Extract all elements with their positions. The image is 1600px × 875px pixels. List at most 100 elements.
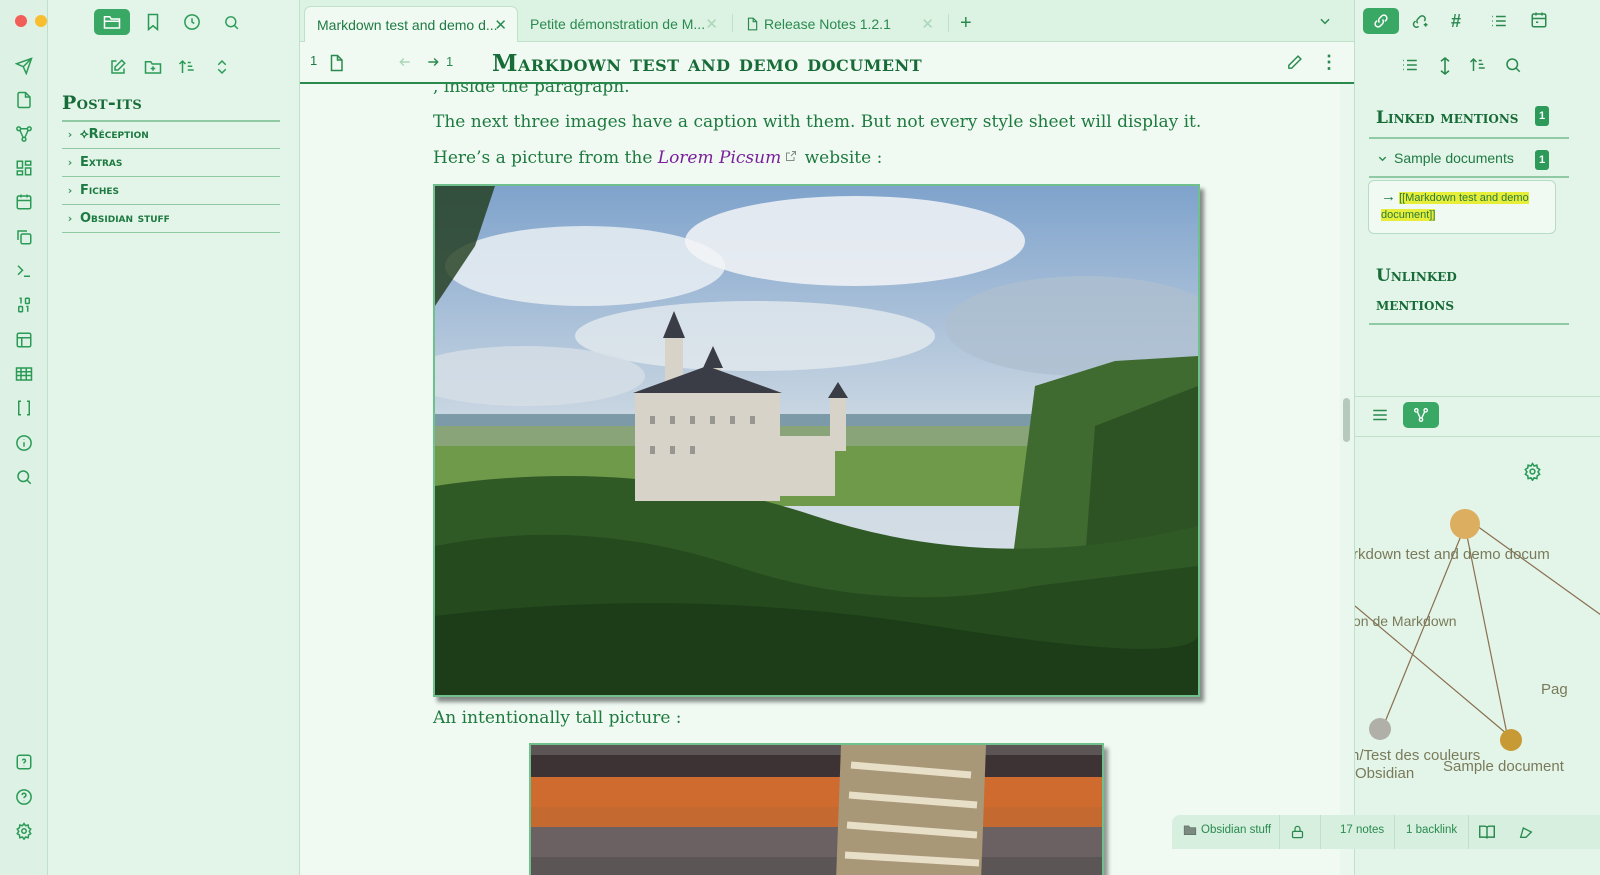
graph-label: Pag — [1541, 681, 1568, 698]
collapse-results-icon[interactable] — [1401, 56, 1419, 74]
search-icon[interactable] — [13, 466, 35, 488]
send-icon[interactable] — [13, 55, 35, 77]
close-tab-icon[interactable]: ✕ — [921, 15, 934, 33]
files-tab-button[interactable] — [94, 9, 130, 35]
outline-icon[interactable] — [1490, 12, 1508, 30]
show-more-context-icon[interactable] — [1437, 56, 1453, 76]
binary-icon[interactable] — [13, 294, 35, 316]
reading-view-icon[interactable] — [1478, 824, 1496, 840]
tags-icon[interactable]: # — [1451, 11, 1461, 32]
editor-scrollbar[interactable] — [1343, 398, 1350, 442]
external-link-icon — [785, 150, 797, 162]
terminal-icon[interactable] — [13, 260, 35, 282]
folder-item-fiches[interactable]: › Fiches — [62, 177, 280, 205]
lock-icon[interactable] — [1290, 824, 1305, 840]
vault-help-icon[interactable] — [13, 751, 35, 773]
expand-collapse-icon[interactable] — [211, 56, 233, 78]
close-tab-icon[interactable]: ✕ — [494, 16, 507, 34]
editor[interactable]: , inside the paragraph. The next three i… — [300, 84, 1340, 875]
folder-label: ⟡Réception — [80, 127, 149, 142]
group-label: Sample documents — [1394, 150, 1514, 166]
brackets-icon[interactable] — [13, 397, 35, 419]
calendar-icon[interactable] — [13, 191, 35, 213]
file-explorer-tab-icon[interactable] — [1371, 406, 1389, 424]
mention-card[interactable]: → [[Markdown test and demo document]] — [1368, 180, 1556, 234]
new-note-icon[interactable] — [107, 56, 129, 78]
tab-markdown-test[interactable]: Markdown test and demo d... ✕ — [304, 6, 518, 42]
graph-view-icon[interactable] — [13, 123, 35, 145]
new-file-icon[interactable] — [13, 89, 35, 111]
copy-icon[interactable] — [13, 226, 35, 248]
close-window-button[interactable] — [15, 15, 27, 27]
chevron-right-icon[interactable]: › — [62, 212, 78, 225]
info-icon[interactable] — [13, 432, 35, 454]
layout-icon[interactable] — [13, 329, 35, 351]
file-icon[interactable] — [328, 54, 344, 72]
chevron-down-icon[interactable] — [1377, 153, 1388, 164]
close-tab-icon[interactable]: ✕ — [705, 15, 718, 33]
status-notes-count: 17 notes — [1340, 824, 1385, 836]
status-backlinks[interactable]: 1 backlink — [1406, 824, 1457, 836]
divider — [948, 14, 949, 32]
wikilink-text[interactable]: document]] — [1381, 209, 1436, 221]
paragraph: Here’s a picture from the Lorem Picsum w… — [433, 148, 882, 168]
outgoing-links-icon[interactable] — [1411, 12, 1429, 30]
backlink-count[interactable]: 1 — [310, 53, 317, 68]
more-options-icon[interactable]: ⋮ — [1320, 52, 1338, 73]
sync-icon[interactable] — [1518, 824, 1534, 840]
paragraph: The next three images have a caption wit… — [433, 112, 1202, 132]
search-icon[interactable] — [1504, 56, 1522, 74]
tall-image — [529, 743, 1104, 875]
tab-petite-demonstration[interactable]: Petite démonstration de M... ✕ — [518, 6, 728, 42]
search-tab-button[interactable] — [216, 9, 246, 35]
tab-release-notes[interactable]: Release Notes 1.2.1 ✕ — [734, 6, 944, 42]
divider — [1355, 436, 1600, 437]
local-graph[interactable]: rkdown test and demo docum on de Markdow… — [1355, 440, 1600, 810]
chevron-right-icon[interactable]: › — [62, 184, 78, 197]
settings-icon[interactable] — [13, 820, 35, 842]
divider — [1279, 815, 1280, 849]
divider — [1369, 323, 1569, 325]
folder-item-extras[interactable]: › Extras — [62, 149, 280, 177]
dashboard-icon[interactable] — [13, 157, 35, 179]
folder-item-obsidian-stuff[interactable]: › Obsidian stuff — [62, 205, 280, 233]
local-graph-tab-button[interactable] — [1403, 402, 1439, 428]
chevron-down-icon[interactable] — [1318, 14, 1332, 28]
help-icon[interactable] — [13, 786, 35, 808]
chevron-right-icon[interactable]: › — [62, 156, 78, 169]
divider — [1355, 396, 1600, 397]
forward-arrow-icon[interactable] — [426, 54, 440, 70]
graph-node-current[interactable] — [1450, 509, 1480, 539]
graph-label: Obsidian — [1355, 765, 1415, 782]
chevron-right-icon[interactable]: › — [62, 128, 78, 141]
sort-icon[interactable] — [1469, 56, 1487, 74]
lorem-picsum-link[interactable]: Lorem Picsum — [658, 148, 781, 168]
count-badge: 1 — [1535, 106, 1549, 126]
left-sidebar: Post-its › ⟡Réception › Extras › Fiches … — [48, 0, 300, 875]
mention-group[interactable]: Sample documents — [1377, 150, 1514, 166]
castle-image — [433, 184, 1200, 697]
table-icon[interactable] — [13, 363, 35, 385]
backlinks-tab-button[interactable] — [1363, 8, 1399, 34]
sort-icon[interactable] — [176, 56, 198, 78]
document-title: Markdown test and demo document — [492, 50, 923, 77]
text: Here’s a picture from the — [433, 148, 658, 168]
wikilink-text[interactable]: [[Markdown test and demo — [1399, 192, 1529, 204]
view-header: 1 1 Markdown test and demo document ⋮ — [300, 42, 1354, 84]
edit-pencil-icon[interactable] — [1286, 54, 1303, 71]
minimize-window-button[interactable] — [35, 15, 47, 27]
folder-item-reception[interactable]: › ⟡Réception — [62, 121, 280, 149]
new-folder-icon[interactable] — [142, 56, 164, 78]
folder-icon — [1183, 823, 1197, 837]
graph-node[interactable] — [1369, 718, 1391, 740]
graph-node[interactable] — [1500, 729, 1522, 751]
unlinked-mentions-heading[interactable]: Unlinked mentions — [1376, 262, 1457, 320]
recent-files-tab-button[interactable] — [177, 9, 207, 35]
back-arrow-icon[interactable] — [398, 54, 412, 70]
new-tab-icon[interactable]: + — [960, 12, 972, 35]
ribbon — [0, 0, 67, 875]
calendar-icon[interactable] — [1530, 11, 1548, 29]
bookmarks-tab-button[interactable] — [138, 9, 168, 35]
linked-mentions-heading[interactable]: Linked mentions — [1376, 104, 1518, 133]
status-folder[interactable]: Obsidian stuff — [1201, 824, 1271, 836]
